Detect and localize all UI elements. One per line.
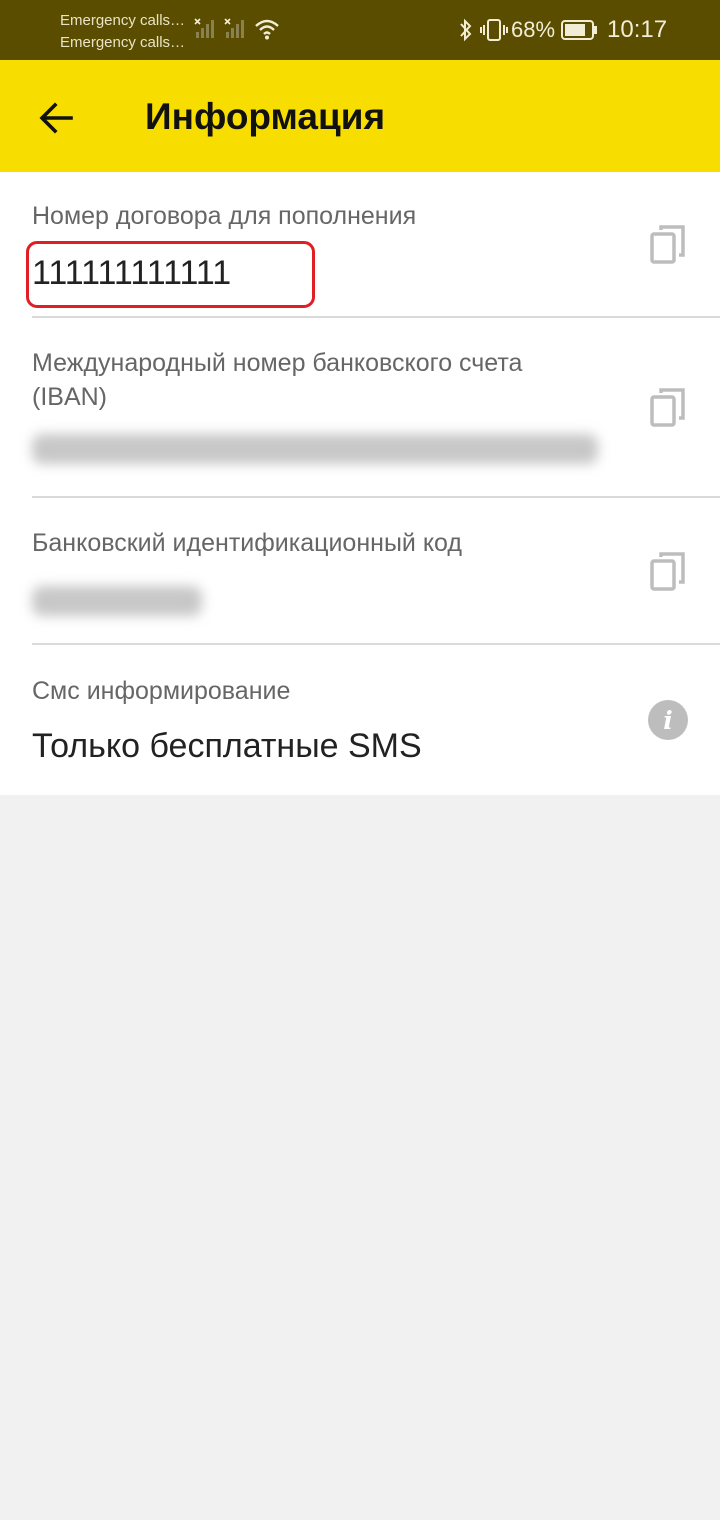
signal-off-icon (194, 18, 214, 38)
contract-number-value[interactable]: 111111111111 (32, 254, 231, 293)
sms-label: Смс информирование (32, 677, 291, 705)
bic-label: Банковский идентификационный код (32, 529, 462, 557)
battery-icon (561, 20, 597, 40)
battery-percent: 68% (511, 17, 556, 42)
vibrate-icon (480, 19, 508, 41)
emergency-calls-note: Emergency calls… (60, 12, 186, 29)
copy-icon[interactable] (646, 385, 692, 431)
bluetooth-icon (460, 18, 472, 42)
iban-value-redacted (32, 434, 598, 464)
app-bar: Информация (0, 60, 720, 172)
arrow-left-icon (39, 102, 73, 134)
signal-off-icon (224, 18, 244, 38)
status-bar: Emergency calls… Emergency calls… 68% 10… (0, 0, 720, 60)
divider (32, 496, 720, 498)
divider (32, 316, 720, 318)
info-icon[interactable]: i (648, 700, 688, 740)
status-notifications: Emergency calls… Emergency calls… (60, 10, 185, 54)
page-title: Информация (145, 96, 386, 137)
info-card: Номер договора для пополнения 1111111111… (0, 172, 720, 795)
back-button[interactable] (26, 88, 86, 148)
bic-row: Банковский идентификационный код (0, 499, 720, 645)
contract-number-label: Номер договора для пополнения (32, 202, 417, 230)
bic-value-redacted (32, 586, 202, 616)
sms-row[interactable]: Смс информирование Только бесплатные SMS (0, 645, 720, 795)
contract-number-row: Номер договора для пополнения 1111111111… (0, 172, 720, 319)
emergency-calls-note: Emergency calls… (60, 34, 186, 51)
copy-icon[interactable] (646, 222, 692, 268)
iban-row: Международный номер банковского счета (I… (0, 319, 720, 499)
copy-icon[interactable] (646, 549, 692, 595)
iban-label: Международный номер банковского счета (I… (32, 349, 523, 411)
wifi-icon (255, 19, 279, 40)
sms-value: Только бесплатные SMS (32, 727, 422, 765)
clock: 10:17 (607, 16, 668, 43)
